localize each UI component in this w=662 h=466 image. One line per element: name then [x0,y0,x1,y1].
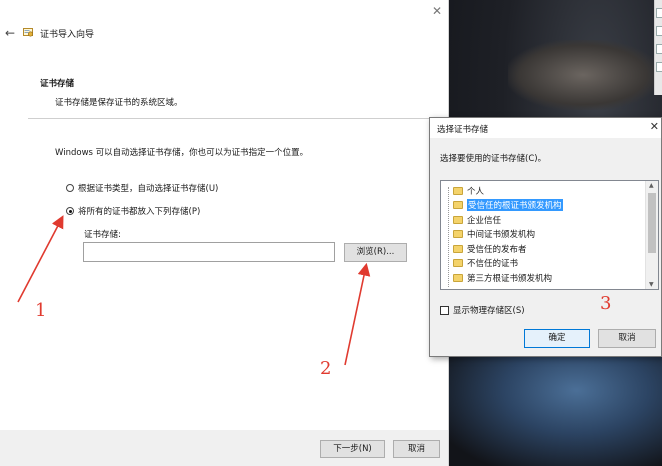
radio-auto-select[interactable]: 根据证书类型，自动选择证书存储(U) [66,182,218,194]
tree-item-label: 不信任的证书 [467,259,519,269]
checkbox[interactable] [440,305,449,315]
tree-item-label: 受信任的发布者 [467,244,527,255]
annotation-label-1: 1 [35,300,47,321]
radio-place-all[interactable]: 将所有的证书都放入下列存储(P) [66,205,200,217]
tree-item[interactable]: 受信任的发布者 [453,242,527,255]
tree-connector [448,187,449,287]
scroll-thumb[interactable] [648,193,656,253]
folder-icon [453,273,463,282]
tree-item-label: 受信任的根证书颁发机构 [467,199,563,211]
close-icon[interactable]: ✕ [650,120,659,133]
tree-item[interactable]: 中间证书颁发机构 [453,228,535,241]
show-physical-label: 显示物理存储区(S) [453,306,525,316]
folder-icon [453,230,463,238]
side-window-strip [654,0,662,95]
background-rock [508,40,658,110]
folder-icon [453,259,463,267]
next-button[interactable]: 下一步(N) [320,440,385,458]
radio-manual-label: 将所有的证书都放入下列存储(P) [78,207,201,217]
tree-item-label: 中间证书颁发机构 [467,230,536,240]
radio-button[interactable] [66,184,74,192]
wizard-title: 证书导入向导 [40,30,95,40]
folder-icon [453,186,463,195]
tree-item-label: 企业信任 [467,215,502,226]
folder-icon [453,201,463,209]
close-icon[interactable]: ✕ [430,4,444,18]
back-arrow-icon[interactable]: ← [5,26,15,40]
store-label: 证书存储: [84,230,121,240]
dialog-cancel-button[interactable]: 取消 [598,329,656,348]
cancel-button[interactable]: 取消 [393,440,440,458]
dialog-titlebar: 选择证书存储 ✕ [430,118,661,138]
tree-item[interactable]: 个人 [453,184,484,197]
store-input[interactable] [83,242,335,262]
ok-button[interactable]: 确定 [524,329,590,348]
intro-text: Windows 可以自动选择证书存储，你也可以为证书指定一个位置。 [55,148,309,158]
certificate-import-wizard: ✕ ← 证书导入向导 证书存储 证书存储是保存证书的系统区域。 Windows … [0,0,449,466]
scroll-up-icon[interactable]: ▲ [649,182,654,189]
tree-item[interactable]: 企业信任 [453,213,501,226]
background-rock [448,340,662,466]
dialog-prompt: 选择要使用的证书存储(C)。 [440,154,547,164]
show-physical-stores[interactable]: 显示物理存储区(S) [440,304,525,316]
dialog-title: 选择证书存储 [437,125,489,135]
annotation-label-3: 3 [600,293,612,314]
certificate-icon [23,28,34,37]
store-tree[interactable]: 个人受信任的根证书颁发机构 企业信任中间证书颁发机构 受信任的发布者 不信任的证书第三… [440,180,659,290]
select-store-dialog: 选择证书存储 ✕ 选择要使用的证书存储(C)。 个人受信任的根证书颁发机构 企业信… [429,117,662,357]
tree-scrollbar[interactable]: ▲ ▼ [645,181,658,289]
tree-item-label: 个人 [467,186,485,197]
folder-icon [453,244,463,253]
divider [28,118,448,119]
browse-button[interactable]: 浏览(R)... [344,243,407,262]
annotation-label-2: 2 [320,358,332,379]
tree-item[interactable]: 第三方根证书颁发机构 [453,271,552,284]
section-heading: 证书存储 [40,79,75,89]
folder-icon [453,215,463,224]
radio-auto-label: 根据证书类型，自动选择证书存储(U) [78,184,219,194]
scroll-down-icon[interactable]: ▼ [649,281,654,288]
section-subtitle: 证书存储是保存证书的系统区域。 [55,98,183,108]
tree-item-label: 第三方根证书颁发机构 [467,273,553,284]
radio-button-selected[interactable] [66,207,74,215]
tree-item[interactable]: 受信任的根证书颁发机构 [453,199,563,212]
tree-item[interactable]: 不信任的证书 [453,257,518,270]
